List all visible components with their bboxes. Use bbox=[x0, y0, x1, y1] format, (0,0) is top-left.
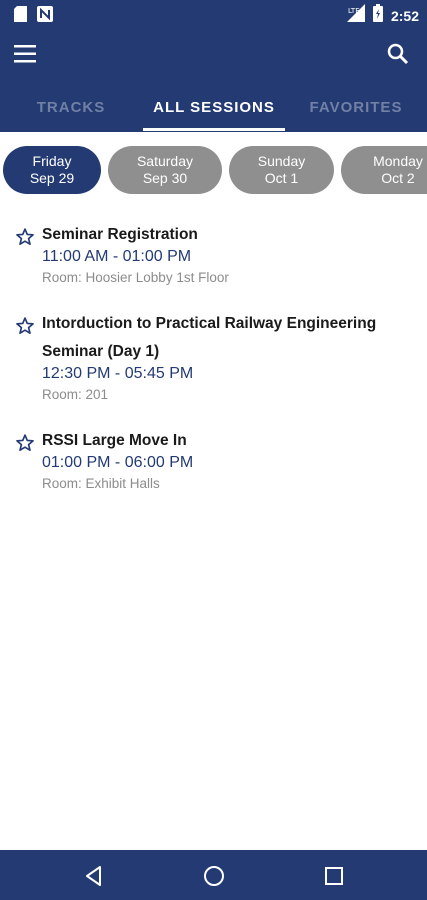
session-time: 12:30 PM - 05:45 PM bbox=[42, 365, 194, 382]
session-time: 11:00 AM - 01:00 PM bbox=[42, 248, 192, 265]
day-chip-date: Sep 30 bbox=[142, 170, 188, 186]
session-room: Room: 201 bbox=[42, 387, 109, 402]
recents-icon[interactable] bbox=[322, 864, 346, 888]
system-nav-bar bbox=[0, 850, 427, 900]
day-chip-date: Oct 1 bbox=[264, 170, 299, 186]
star-outline-icon[interactable] bbox=[15, 433, 35, 453]
session-room: Room: Hoosier Lobby 1st Floor bbox=[42, 270, 229, 285]
status-time: 2:52 bbox=[390, 7, 419, 24]
day-chip-weekday: Monday bbox=[373, 153, 423, 169]
menu-icon bbox=[14, 45, 36, 63]
star-outline-icon[interactable] bbox=[15, 227, 35, 247]
day-chip-weekday: Sunday bbox=[257, 153, 306, 169]
svg-text:LTE: LTE bbox=[348, 7, 360, 15]
session-item[interactable]: Intorduction to Practical Railway Engine… bbox=[0, 311, 427, 411]
star-outline-icon[interactable] bbox=[15, 316, 35, 336]
session-room: Room: Exhibit Halls bbox=[42, 476, 160, 491]
back-icon[interactable] bbox=[82, 864, 106, 888]
session-title: Intorduction to Practical Railway Engine… bbox=[42, 315, 377, 360]
n-notification-icon bbox=[37, 6, 53, 27]
session-item[interactable]: RSSI Large Move In 01:00 PM - 06:00 PM R… bbox=[0, 428, 427, 498]
day-chip-saturday[interactable]: Saturday Sep 30 bbox=[108, 146, 222, 194]
search-button[interactable] bbox=[387, 40, 415, 68]
signal-icon: LTE bbox=[346, 4, 365, 27]
session-time: 01:00 PM - 06:00 PM bbox=[42, 454, 194, 471]
sd-card-icon bbox=[14, 6, 27, 27]
session-title: RSSI Large Move In bbox=[42, 432, 187, 449]
tab-tracks[interactable]: TRACKS bbox=[0, 80, 142, 132]
status-bar: LTE 2:52 bbox=[0, 0, 427, 28]
day-chip-weekday: Saturday bbox=[136, 153, 194, 169]
tab-indicator bbox=[143, 128, 285, 131]
search-icon bbox=[387, 43, 409, 65]
day-chip-date: Sep 29 bbox=[29, 170, 75, 186]
tab-bar: TRACKS ALL SESSIONS FAVORITES bbox=[0, 80, 427, 132]
app-bar bbox=[0, 28, 427, 80]
session-title: Seminar Registration bbox=[42, 226, 198, 243]
menu-button[interactable] bbox=[14, 40, 44, 68]
status-right: LTE 2:52 bbox=[346, 4, 419, 27]
day-chip-weekday: Friday bbox=[32, 153, 72, 169]
session-item[interactable]: Seminar Registration 11:00 AM - 01:00 PM… bbox=[0, 222, 427, 292]
battery-icon bbox=[372, 4, 383, 27]
status-left bbox=[14, 6, 53, 27]
day-chip-date: Oct 2 bbox=[381, 170, 415, 186]
home-icon[interactable] bbox=[202, 864, 226, 888]
day-chip-monday[interactable]: Monday Oct 2 bbox=[341, 146, 427, 194]
tab-favorites[interactable]: FAVORITES bbox=[285, 80, 427, 132]
day-chip-friday[interactable]: Friday Sep 29 bbox=[3, 146, 101, 194]
day-chip-sunday[interactable]: Sunday Oct 1 bbox=[229, 146, 334, 194]
day-selector: Friday Sep 29 Saturday Sep 30 Sunday Oct… bbox=[0, 146, 427, 196]
tab-all-sessions[interactable]: ALL SESSIONS bbox=[143, 80, 285, 132]
